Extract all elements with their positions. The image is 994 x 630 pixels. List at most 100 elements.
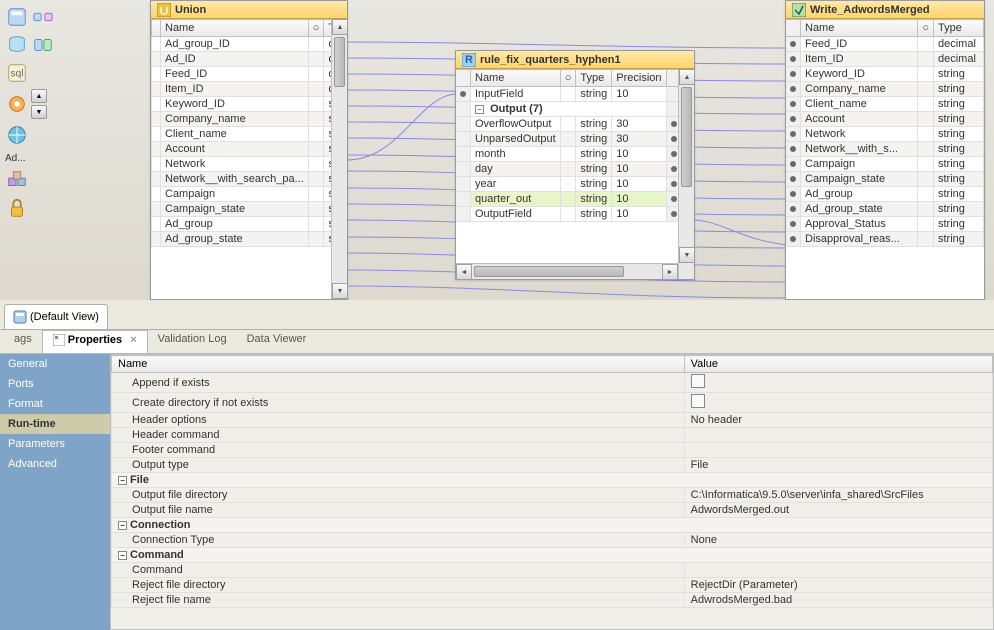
scroll-thumb[interactable] bbox=[334, 37, 345, 87]
table-row[interactable]: Company_namestrin bbox=[152, 112, 332, 127]
source-icon[interactable] bbox=[5, 5, 29, 29]
tab-validation-log[interactable]: Validation Log bbox=[148, 330, 237, 353]
table-row[interactable]: Network__with_s...string bbox=[786, 142, 984, 157]
property-row[interactable]: Reject file nameAdwrodsMerged.bad bbox=[112, 593, 993, 608]
collapse-icon[interactable]: − bbox=[475, 105, 484, 114]
collapse-icon[interactable]: − bbox=[118, 521, 127, 530]
scroll-up[interactable]: ▲ bbox=[679, 69, 695, 85]
table-row[interactable]: Campaignstrin bbox=[152, 187, 332, 202]
scroll-down-button[interactable]: ▼ bbox=[31, 105, 47, 119]
table-row[interactable]: InputFieldstring10 bbox=[456, 87, 678, 102]
scroll-up-button[interactable]: ▲ bbox=[31, 89, 47, 103]
table-row[interactable]: Campaign_statestring bbox=[786, 172, 984, 187]
property-row[interactable]: Header optionsNo header bbox=[112, 413, 993, 428]
collapse-icon[interactable]: − bbox=[118, 551, 127, 560]
table-row[interactable]: quarter_outstring10 bbox=[456, 192, 678, 207]
rule-title-bar[interactable]: R rule_fix_quarters_hyphen1 bbox=[456, 51, 694, 69]
checkbox[interactable] bbox=[691, 374, 705, 388]
table-row[interactable]: Ad_groupstrin bbox=[152, 217, 332, 232]
table-row[interactable]: OverflowOutputstring30 bbox=[456, 117, 678, 132]
property-row[interactable]: Output file directoryC:\Informatica\9.5.… bbox=[112, 488, 993, 503]
nav-ports[interactable]: Ports bbox=[0, 374, 110, 394]
group-row[interactable]: −Command bbox=[112, 548, 993, 563]
table-row[interactable]: Ad_group_statestring bbox=[786, 202, 984, 217]
table-row[interactable]: Campaign_statestrin bbox=[152, 202, 332, 217]
table-row[interactable]: Ad_groupstring bbox=[786, 187, 984, 202]
property-row[interactable]: Output typeFile bbox=[112, 458, 993, 473]
nav-format[interactable]: Format bbox=[0, 394, 110, 414]
rule-scrollbar-v[interactable]: ▲ ▼ bbox=[678, 69, 694, 279]
property-row[interactable]: Footer command bbox=[112, 443, 993, 458]
scroll-up[interactable]: ▲ bbox=[332, 19, 348, 35]
gear-icon[interactable] bbox=[5, 92, 29, 116]
table-row[interactable]: Approval_Statusstring bbox=[786, 217, 984, 232]
table-row[interactable]: Client_namestrin bbox=[152, 127, 332, 142]
table-row[interactable]: Networkstring bbox=[786, 127, 984, 142]
table-row[interactable]: Disapproval_reas...string bbox=[786, 232, 984, 247]
col-precision[interactable]: Precision bbox=[612, 70, 666, 87]
property-row[interactable]: Connection TypeNone bbox=[112, 533, 993, 548]
db-icon[interactable] bbox=[5, 33, 29, 57]
collapse-icon[interactable]: − bbox=[118, 476, 127, 485]
scroll-thumb[interactable] bbox=[474, 266, 624, 277]
table-row[interactable]: monthstring10 bbox=[456, 147, 678, 162]
nav-general[interactable]: General bbox=[0, 354, 110, 374]
nav-parameters[interactable]: Parameters bbox=[0, 434, 110, 454]
globe-icon[interactable] bbox=[5, 123, 29, 147]
tab-data-viewer[interactable]: Data Viewer bbox=[237, 330, 317, 353]
table-row[interactable]: Item_IDdecimal bbox=[786, 52, 984, 67]
table-row[interactable]: Ad_group_IDdecir bbox=[152, 37, 332, 52]
table-row[interactable]: Item_IDdecir bbox=[152, 82, 332, 97]
write-title-bar[interactable]: Write_AdwordsMerged bbox=[786, 1, 984, 19]
property-row[interactable]: Header command bbox=[112, 428, 993, 443]
table-row[interactable]: yearstring10 bbox=[456, 177, 678, 192]
scroll-thumb[interactable] bbox=[681, 87, 692, 187]
group-row[interactable]: −File bbox=[112, 473, 993, 488]
props-col-value[interactable]: Value bbox=[684, 356, 992, 373]
lock-icon[interactable] bbox=[5, 196, 29, 220]
table-row[interactable]: OutputFieldstring10 bbox=[456, 207, 678, 222]
table-row[interactable]: Feed_IDdecir bbox=[152, 67, 332, 82]
scroll-down[interactable]: ▼ bbox=[332, 283, 348, 299]
col-type[interactable]: Type bbox=[934, 20, 984, 37]
table-row[interactable]: Campaignstring bbox=[786, 157, 984, 172]
property-row[interactable]: Reject file directoryRejectDir (Paramete… bbox=[112, 578, 993, 593]
property-row[interactable]: Append if exists bbox=[112, 373, 993, 393]
union-scrollbar-v[interactable]: ▲ ▼ bbox=[331, 19, 347, 299]
table-row[interactable]: Accountstrin bbox=[152, 142, 332, 157]
table-row[interactable]: Ad_IDdecir bbox=[152, 52, 332, 67]
col-type[interactable]: Type bbox=[324, 20, 331, 37]
table-row[interactable]: Company_namestring bbox=[786, 82, 984, 97]
union-title-bar[interactable]: Union bbox=[151, 1, 347, 19]
checkbox[interactable] bbox=[691, 394, 705, 408]
default-view-tab[interactable]: (Default View) bbox=[4, 304, 108, 329]
table-row[interactable]: Networkstrin bbox=[152, 157, 332, 172]
col-name[interactable]: Name bbox=[801, 20, 918, 37]
table-row[interactable]: Feed_IDdecimal bbox=[786, 37, 984, 52]
col-name[interactable]: Name bbox=[161, 20, 309, 37]
col-name[interactable]: Name bbox=[471, 70, 561, 87]
sql-icon[interactable]: sql bbox=[5, 61, 29, 85]
cubes-icon[interactable] bbox=[5, 168, 29, 192]
table-row[interactable]: Network__with_search_pa...strin bbox=[152, 172, 332, 187]
group-row[interactable]: −Connection bbox=[112, 518, 993, 533]
table-row[interactable]: daystring10 bbox=[456, 162, 678, 177]
group-row[interactable]: − Output (7) bbox=[456, 102, 678, 117]
property-row[interactable]: Create directory if not exists bbox=[112, 393, 993, 413]
props-col-name[interactable]: Name bbox=[112, 356, 685, 373]
scroll-right[interactable]: ► bbox=[662, 264, 678, 280]
nav-run-time[interactable]: Run-time bbox=[0, 414, 110, 434]
table-row[interactable]: UnparsedOutputstring30 bbox=[456, 132, 678, 147]
table-row[interactable]: Ad_group_statestrin bbox=[152, 232, 332, 247]
scroll-down[interactable]: ▼ bbox=[679, 247, 695, 263]
rule-scrollbar-h[interactable]: ◄ ► bbox=[456, 263, 678, 279]
table-row[interactable]: Client_namestring bbox=[786, 97, 984, 112]
table-row[interactable]: Keyword_IDstrin bbox=[152, 97, 332, 112]
join-icon[interactable] bbox=[31, 33, 55, 57]
tab-properties[interactable]: Properties × bbox=[42, 330, 148, 353]
tab-ags[interactable]: ags bbox=[4, 330, 42, 353]
nav-advanced[interactable]: Advanced bbox=[0, 454, 110, 474]
col-type[interactable]: Type bbox=[576, 70, 612, 87]
scroll-left[interactable]: ◄ bbox=[456, 264, 472, 280]
table-row[interactable]: Keyword_IDstring bbox=[786, 67, 984, 82]
